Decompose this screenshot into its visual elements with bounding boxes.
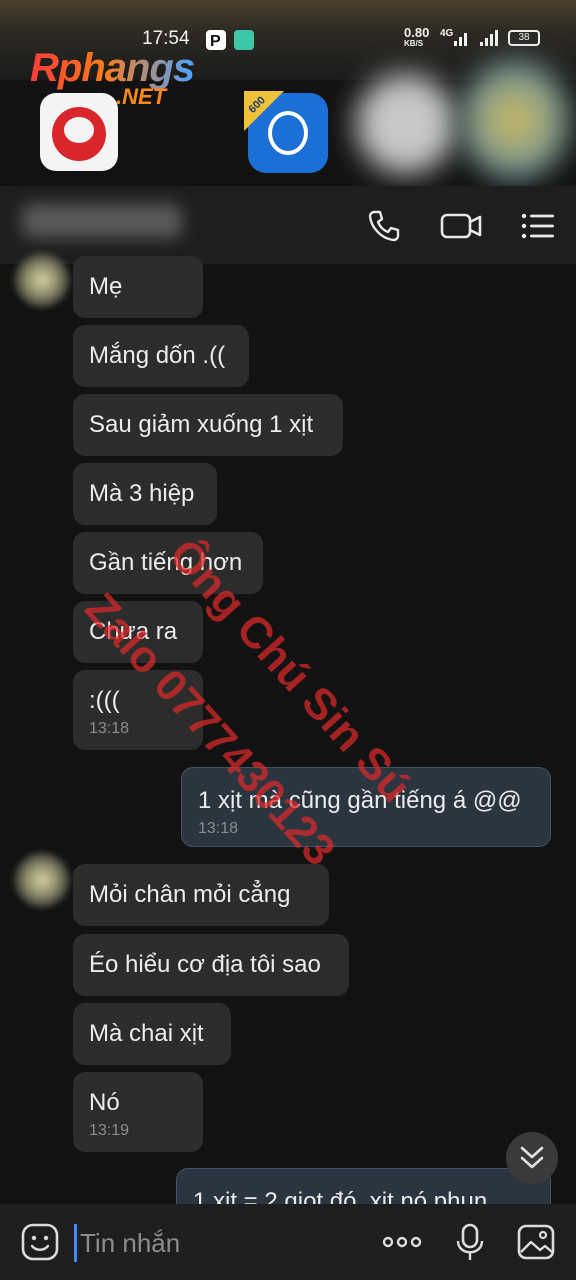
avatar[interactable] <box>14 252 70 308</box>
text-cursor <box>74 1224 77 1262</box>
traffic-app-icon[interactable]: 600 <box>244 91 328 173</box>
message-text: Sau giảm xuống 1 xịt <box>89 411 314 438</box>
battery-icon: 38 <box>508 30 540 46</box>
signal-icon-2 <box>480 30 498 46</box>
message-bubble[interactable]: Mẹ <box>73 256 203 318</box>
message-text: Mà 3 hiệp <box>89 480 195 507</box>
blurred-icon <box>356 74 456 174</box>
sticker-icon[interactable] <box>20 1222 60 1262</box>
message-input-bar: Tin nhắn <box>0 1204 576 1280</box>
message-bubble[interactable]: Éo hiểu cơ địa tôi sao <box>73 934 349 996</box>
phone-icon[interactable] <box>366 208 402 244</box>
message-bubble[interactable]: Nó 13:19 <box>73 1072 203 1152</box>
contact-name-blurred[interactable] <box>22 204 182 238</box>
notification-p-icon: P <box>206 30 226 50</box>
notification-app-icon <box>234 30 254 50</box>
message-text: Mẹ <box>89 273 123 300</box>
chat-screen: 17:54 P 0.80 KB/S 4G 38 Rphangs .NET 600 <box>0 0 576 1280</box>
message-bubble[interactable]: Mà chai xịt <box>73 1003 231 1065</box>
message-time: 13:19 <box>89 1122 130 1139</box>
message-input[interactable]: Tin nhắn <box>80 1228 180 1259</box>
image-icon[interactable] <box>516 1222 556 1262</box>
menu-list-icon[interactable] <box>520 208 556 244</box>
video-icon[interactable] <box>440 208 482 244</box>
scroll-down-button[interactable] <box>506 1132 558 1184</box>
message-text: Éo hiểu cơ địa tôi sao <box>89 951 321 978</box>
net-speed-value: 0.80 <box>404 25 430 40</box>
message-bubble[interactable]: Mắng dốn .(( <box>73 325 249 387</box>
avatar[interactable] <box>14 852 70 908</box>
watermark-logo-sub: .NET <box>116 84 167 109</box>
message-text: Nó <box>89 1089 120 1116</box>
message-bubble[interactable]: Mỏi chân mỏi cẳng <box>73 864 329 926</box>
net-speed: 0.80 KB/S <box>404 25 430 49</box>
message-bubble[interactable]: Sau giảm xuống 1 xịt <box>73 394 343 456</box>
microphone-icon[interactable] <box>450 1222 490 1262</box>
message-time: 13:18 <box>198 820 239 837</box>
chat-header <box>0 186 576 264</box>
app-shortcut-icon[interactable] <box>40 93 118 171</box>
more-options-icon[interactable] <box>380 1222 424 1262</box>
network-type: 4G <box>440 28 454 39</box>
message-bubble[interactable]: Mà 3 hiệp <box>73 463 217 525</box>
double-chevron-down-icon <box>520 1146 544 1169</box>
blurred-icon <box>460 60 570 180</box>
message-text: Mà chai xịt <box>89 1020 204 1047</box>
signal-icon <box>454 30 467 46</box>
message-text: Mắng dốn .(( <box>89 342 226 369</box>
message-text: Mỏi chân mỏi cẳng <box>89 881 291 908</box>
svg-text:P: P <box>210 33 221 50</box>
watermark-logo: Rphangs <box>30 46 195 90</box>
